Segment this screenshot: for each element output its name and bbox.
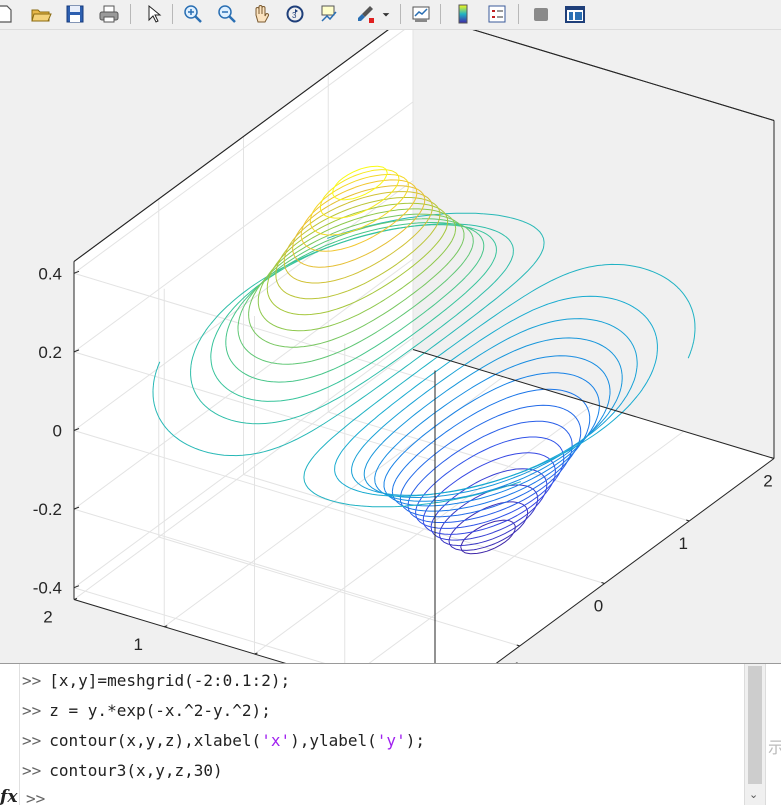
side-panel-text: 示	[768, 740, 781, 757]
insert-colorbar-icon[interactable]	[450, 2, 476, 26]
command-prompt: >>	[22, 731, 42, 750]
contour3-plot[interactable]: -2-2-1-1001122-0.4-0.200.20.4	[0, 30, 781, 663]
y-tick-label: 1	[134, 635, 143, 654]
x-tick-label: 2	[763, 472, 772, 491]
x-tick-label: 0	[594, 597, 603, 616]
data-cursor-icon[interactable]	[316, 2, 342, 26]
command-prompt: >>	[22, 761, 42, 780]
command-text: ),ylabel(	[290, 731, 377, 750]
command-history: >> [x,y]=meshgrid(-2:0.1:2); >> z = y.*exp…	[22, 670, 742, 790]
hide-plot-tools-icon[interactable]	[528, 2, 554, 26]
command-text: contour3(x,y,z,30)	[49, 761, 223, 780]
command-text: z = y.*exp(-x.^2-y.^2);	[49, 701, 271, 720]
x-tick-label: 1	[679, 534, 688, 553]
scrollbar-thumb[interactable]	[748, 666, 762, 784]
rotate-3d-icon[interactable]: 3	[282, 2, 308, 26]
brush-icon[interactable]	[352, 2, 378, 26]
figure-canvas[interactable]: -2-2-1-1001122-0.4-0.200.20.4	[0, 30, 781, 664]
box-edge	[472, 30, 775, 121]
y-tick-label: 2	[43, 608, 52, 627]
box-edge	[472, 30, 775, 121]
command-line: >> contour(x,y,z),xlabel('x'),ylabel('y')…	[22, 730, 742, 760]
command-text: );	[405, 731, 425, 750]
z-tick-label: 0.4	[38, 264, 62, 283]
link-plot-icon[interactable]	[408, 2, 434, 26]
z-tick-label: -0.4	[33, 579, 62, 598]
zoom-out-icon[interactable]	[214, 2, 240, 26]
command-prompt: >>	[22, 671, 42, 690]
command-text: contour(x,y,z),xlabel(	[49, 731, 262, 750]
zoom-in-icon[interactable]	[180, 2, 206, 26]
current-prompt[interactable]: >>	[26, 789, 45, 808]
save-icon[interactable]	[62, 2, 88, 26]
string-literal: 'y'	[376, 731, 406, 750]
new-figure-icon[interactable]	[0, 2, 18, 26]
insert-legend-icon[interactable]	[484, 2, 510, 26]
edit-plot-arrow-icon[interactable]	[140, 2, 166, 26]
pan-hand-icon[interactable]	[248, 2, 274, 26]
command-line: >> contour3(x,y,z,30)	[22, 760, 742, 790]
z-tick-label: 0	[53, 422, 62, 441]
command-line: >> [x,y]=meshgrid(-2:0.1:2);	[22, 670, 742, 700]
command-line: >> z = y.*exp(-x.^2-y.^2);	[22, 700, 742, 730]
x-tick-label: -1	[506, 659, 521, 663]
command-window[interactable]: >> [x,y]=meshgrid(-2:0.1:2); >> z = y.*exp…	[0, 664, 781, 808]
command-prompt: >>	[22, 701, 42, 720]
command-text: [x,y]=meshgrid(-2:0.1:2);	[49, 671, 291, 690]
function-browser-icon[interactable]: fx	[0, 787, 17, 807]
y-tick-label: 0	[224, 662, 233, 663]
print-icon[interactable]	[96, 2, 122, 26]
scroll-down-arrow-icon[interactable]: ⌄	[749, 788, 758, 801]
show-plot-tools-icon[interactable]	[562, 2, 588, 26]
figure-toolbar: 3	[0, 0, 781, 30]
side-panel-edge: 示	[765, 664, 781, 805]
z-tick-label: 0.2	[38, 343, 62, 362]
vertical-scrollbar[interactable]: ⌄	[744, 664, 765, 805]
chevron-down-icon[interactable]	[380, 2, 392, 26]
svg-text:3: 3	[292, 11, 297, 20]
open-file-icon[interactable]	[28, 2, 54, 26]
z-tick-label: -0.2	[33, 500, 62, 519]
string-literal: 'x'	[261, 731, 291, 750]
